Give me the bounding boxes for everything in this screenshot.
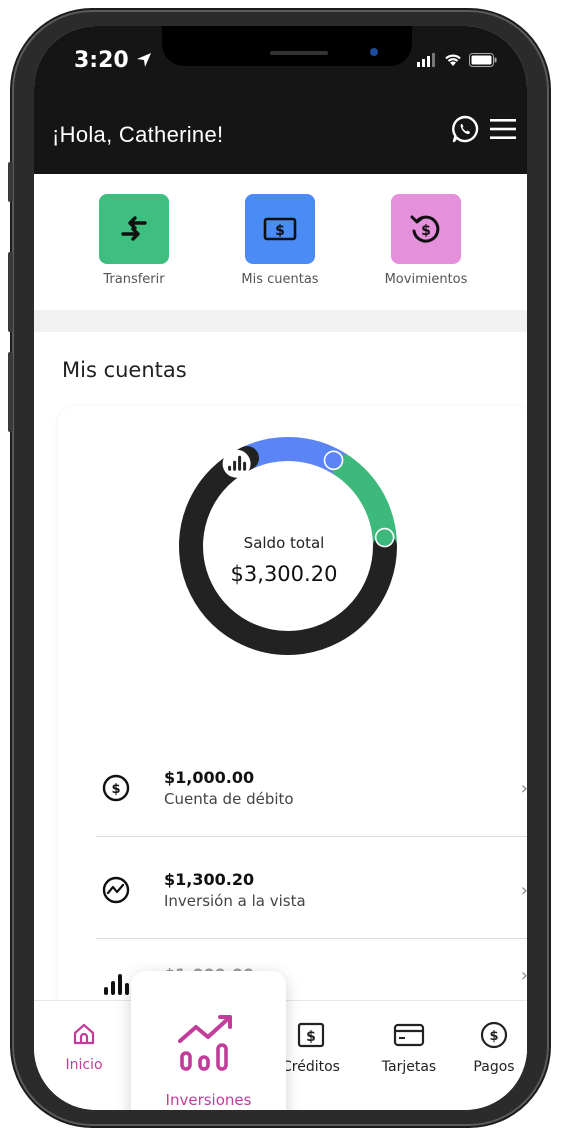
signal-icon xyxy=(417,52,435,67)
whatsapp-icon[interactable] xyxy=(450,114,480,144)
section-title: Mis cuentas xyxy=(62,358,187,382)
accounts-tile[interactable]: $ xyxy=(245,194,315,264)
status-time-text: 3:20 xyxy=(74,48,129,73)
dollar-circle-icon: $ xyxy=(102,774,130,802)
phone-frame: 3:20 ¡Hola, Catherine! Transferir $ Mis … xyxy=(8,12,547,1124)
battery-icon xyxy=(469,52,497,67)
status-icons xyxy=(417,52,497,67)
tab-pagos[interactable]: $ Pagos xyxy=(464,1021,524,1075)
wifi-icon xyxy=(445,54,461,66)
bars-badge-icon xyxy=(222,449,251,478)
pay-circle-icon: $ xyxy=(480,1021,508,1049)
speaker-grille xyxy=(270,51,328,55)
volume-up-button xyxy=(8,252,13,332)
account-amount: $1,300.20 xyxy=(164,870,255,889)
tab-inversiones[interactable]: Inversiones xyxy=(131,971,286,1110)
dollar-badge-icon xyxy=(323,450,344,471)
front-camera xyxy=(370,48,378,56)
card-icon xyxy=(393,1023,425,1047)
account-row-debito[interactable]: $ $1,000.00 Cuenta de débito › xyxy=(94,746,527,846)
quick-action-movimientos[interactable]: $ Movimientos xyxy=(356,194,496,287)
quick-action-transferir[interactable]: Transferir xyxy=(64,194,204,287)
tab-tarjetas[interactable]: Tarjetas xyxy=(364,1021,454,1075)
tab-inicio[interactable]: Inicio xyxy=(56,1021,112,1073)
history-tile[interactable]: $ xyxy=(391,194,461,264)
growth-circle-icon xyxy=(102,876,130,904)
camera-notch xyxy=(162,26,412,66)
home-icon xyxy=(73,1023,95,1045)
transfer-tile[interactable] xyxy=(99,194,169,264)
chevron-right-icon: › xyxy=(521,880,527,901)
divider xyxy=(96,938,527,939)
greeting-title: ¡Hola, Catherine! xyxy=(52,122,224,147)
location-arrow-icon xyxy=(137,53,152,67)
tab-label: Inversiones xyxy=(165,1091,252,1109)
investment-chart-icon xyxy=(178,1015,232,1071)
divider xyxy=(96,836,527,837)
bars-chart-icon xyxy=(104,974,129,995)
svg-text:$: $ xyxy=(489,1029,498,1044)
history-dollar-icon: $ xyxy=(410,215,440,243)
app-header: 3:20 ¡Hola, Catherine! xyxy=(34,26,527,174)
chevron-right-icon: › xyxy=(521,778,527,799)
section-separator xyxy=(34,310,527,332)
account-name: Inversión a la vista xyxy=(164,892,306,910)
silent-switch xyxy=(8,162,13,202)
quick-action-label: Movimientos xyxy=(384,272,468,287)
quick-action-label: Mis cuentas xyxy=(241,272,319,287)
quick-actions: Transferir $ Mis cuentas $ Movimientos xyxy=(34,174,527,310)
svg-text:$: $ xyxy=(421,223,431,239)
account-name: Cuenta de débito xyxy=(164,790,294,808)
money-bill-icon: $ xyxy=(263,217,297,241)
account-row-inversion-vista[interactable]: $1,300.20 Inversión a la vista › xyxy=(94,848,527,948)
transfer-arrows-icon xyxy=(121,216,147,241)
credit-dollar-icon: $ xyxy=(297,1022,325,1048)
growth-badge-icon xyxy=(374,527,395,548)
account-amount: $1,000.00 xyxy=(164,768,255,787)
balance-label: Saldo total xyxy=(243,534,325,552)
balance-center: Saldo total $3,300.20 xyxy=(194,534,374,586)
menu-icon[interactable] xyxy=(490,118,516,140)
svg-text:$: $ xyxy=(275,223,285,239)
tab-label: Inicio xyxy=(65,1057,103,1073)
app-screen: 3:20 ¡Hola, Catherine! Transferir $ Mis … xyxy=(34,26,527,1110)
tab-label: Tarjetas xyxy=(381,1059,437,1075)
chevron-right-icon: › xyxy=(521,965,527,986)
quick-action-mis-cuentas[interactable]: $ Mis cuentas xyxy=(210,194,350,287)
balance-amount: $3,300.20 xyxy=(230,562,338,586)
quick-action-label: Transferir xyxy=(103,272,165,287)
tab-label: Pagos xyxy=(473,1059,515,1075)
status-time: 3:20 xyxy=(74,48,152,73)
volume-down-button xyxy=(8,352,13,432)
svg-text:$: $ xyxy=(306,1029,316,1045)
svg-text:$: $ xyxy=(111,782,120,797)
